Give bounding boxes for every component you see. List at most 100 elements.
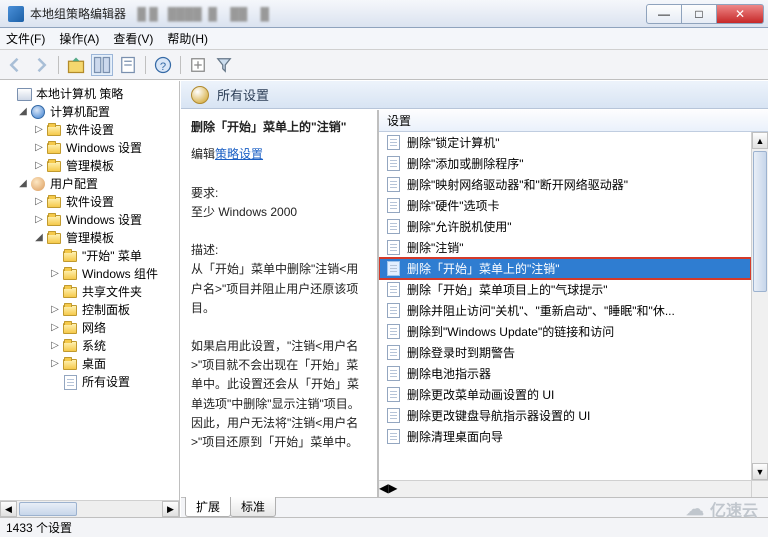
policy-icon — [385, 366, 401, 382]
tree-item[interactable]: "开始" 菜单 — [0, 247, 179, 265]
tree-item[interactable]: ▷网络 — [0, 319, 179, 337]
list-item-label: 删除"映射网络驱动器"和"断开网络驱动器" — [407, 176, 628, 193]
policy-icon — [385, 387, 401, 403]
scroll-right-icon[interactable]: ▶ — [162, 501, 179, 517]
expand-icon[interactable]: ▷ — [32, 121, 46, 139]
expand-icon[interactable]: ▷ — [32, 139, 46, 157]
scroll-up-icon[interactable]: ▲ — [752, 132, 768, 149]
right-panel: 所有设置 删除「开始」菜单上的"注销" 编辑策略设置 要求: 至少 Window… — [180, 81, 768, 517]
list-item-label: 删除「开始」菜单项目上的"气球提示" — [407, 281, 608, 298]
policy-icon — [385, 345, 401, 361]
tab-extended[interactable]: 扩展 — [185, 497, 231, 517]
menu-help[interactable]: 帮助(H) — [167, 30, 208, 47]
expand-icon[interactable]: ▷ — [48, 265, 62, 283]
up-button[interactable] — [65, 54, 87, 76]
list-item-label: 删除"硬件"选项卡 — [407, 197, 500, 214]
toolbar: ? — [0, 50, 768, 80]
tree-item[interactable]: ▷软件设置 — [0, 121, 179, 139]
tree-item[interactable]: ▷控制面板 — [0, 301, 179, 319]
list-item[interactable]: 删除"锁定计算机" — [379, 132, 751, 153]
list-item-label: 删除到"Windows Update"的链接和访问 — [407, 323, 614, 340]
settings-icon — [191, 86, 209, 104]
expand-icon[interactable]: ▷ — [32, 193, 46, 211]
export-button[interactable] — [187, 54, 209, 76]
list-item[interactable]: 删除更改键盘导航指示器设置的 UI — [379, 405, 751, 426]
tab-standard[interactable]: 标准 — [230, 497, 276, 517]
list-item[interactable]: 删除更改菜单动画设置的 UI — [379, 384, 751, 405]
menu-view[interactable]: 查看(V) — [113, 30, 153, 47]
app-icon — [8, 6, 24, 22]
view-detail-button[interactable] — [91, 54, 113, 76]
list-vscrollbar[interactable]: ▲ ▼ — [751, 132, 768, 480]
help-button[interactable]: ? — [152, 54, 174, 76]
tree-item[interactable]: ▷系统 — [0, 337, 179, 355]
collapse-icon[interactable]: ◢ — [16, 175, 30, 193]
list-item[interactable]: 删除并阻止访问"关机"、"重新启动"、"睡眠"和"休... — [379, 300, 751, 321]
tree-item[interactable]: ▷Windows 设置 — [0, 139, 179, 157]
settings-list[interactable]: 删除"锁定计算机" 删除"添加或删除程序" 删除"映射网络驱动器"和"断开网络驱动器… — [379, 132, 751, 480]
tree-item[interactable]: 共享文件夹 — [0, 283, 179, 301]
menu-file[interactable]: 文件(F) — [6, 30, 45, 47]
list-item[interactable]: 删除"映射网络驱动器"和"断开网络驱动器" — [379, 174, 751, 195]
scroll-thumb[interactable] — [19, 502, 77, 516]
watermark-text: 亿速云 — [710, 497, 758, 521]
tree-item[interactable]: ▷软件设置 — [0, 193, 179, 211]
policy-icon — [385, 240, 401, 256]
expand-icon[interactable]: ▷ — [48, 301, 62, 319]
watermark: ☁ 亿速云 — [686, 497, 758, 521]
list-item[interactable]: 删除到"Windows Update"的链接和访问 — [379, 321, 751, 342]
tree-hscrollbar[interactable]: ◀ ▶ — [0, 500, 179, 517]
collapse-icon[interactable]: ◢ — [32, 229, 46, 247]
menu-action[interactable]: 操作(A) — [59, 30, 99, 47]
tree-item[interactable]: ▷Windows 组件 — [0, 265, 179, 283]
filter-button[interactable] — [213, 54, 235, 76]
forward-button[interactable] — [30, 54, 52, 76]
list-item[interactable]: 删除"硬件"选项卡 — [379, 195, 751, 216]
edit-row: 编辑策略设置 — [191, 145, 367, 164]
tree-item[interactable]: ▷Windows 设置 — [0, 211, 179, 229]
tree-root[interactable]: 本地计算机 策略 — [0, 85, 179, 103]
tree-item[interactable]: ◢管理模板 — [0, 229, 179, 247]
list-item[interactable]: 删除"允许脱机使用" — [379, 216, 751, 237]
scroll-left-icon[interactable]: ◀ — [0, 501, 17, 517]
list-item[interactable]: 删除「开始」菜单项目上的"气球提示" — [379, 279, 751, 300]
collapse-icon[interactable]: ◢ — [16, 103, 30, 121]
expand-icon[interactable]: ▷ — [48, 319, 62, 337]
list-item-label: 删除"注销" — [407, 239, 464, 256]
close-button[interactable]: ✕ — [716, 4, 764, 24]
list-item[interactable]: 删除清理桌面向导 — [379, 426, 751, 447]
properties-button[interactable] — [117, 54, 139, 76]
list-item[interactable]: 删除「开始」菜单上的"注销" — [379, 258, 751, 279]
maximize-button[interactable]: □ — [681, 4, 717, 24]
expand-icon[interactable]: ▷ — [32, 157, 46, 175]
list-column-header[interactable]: 设置 — [379, 110, 768, 132]
scroll-down-icon[interactable]: ▼ — [752, 463, 768, 480]
list-item[interactable]: 删除"注销" — [379, 237, 751, 258]
minimize-button[interactable]: — — [646, 4, 682, 24]
tree-item[interactable]: ▷桌面 — [0, 355, 179, 373]
expand-icon[interactable]: ▷ — [32, 211, 46, 229]
tree-view[interactable]: 本地计算机 策略 ◢计算机配置 ▷软件设置 ▷Windows 设置 ▷管理模板 … — [0, 85, 179, 500]
list-item-label: 删除"锁定计算机" — [407, 134, 500, 151]
back-button[interactable] — [4, 54, 26, 76]
scroll-left-icon[interactable]: ◀ — [379, 481, 388, 497]
expand-icon[interactable]: ▷ — [48, 337, 62, 355]
menubar: 文件(F) 操作(A) 查看(V) 帮助(H) — [0, 28, 768, 50]
edit-policy-link[interactable]: 策略设置 — [215, 147, 263, 161]
list-item[interactable]: 删除"添加或删除程序" — [379, 153, 751, 174]
tree-user-config[interactable]: ◢用户配置 — [0, 175, 179, 193]
policy-icon — [385, 408, 401, 424]
tree-all-settings[interactable]: 所有设置 — [0, 373, 179, 391]
tree-item[interactable]: ▷管理模板 — [0, 157, 179, 175]
window-buttons: — □ ✕ — [647, 4, 764, 24]
list-hscrollbar[interactable]: ◀ ▶ — [379, 480, 751, 497]
list-item[interactable]: 删除登录时到期警告 — [379, 342, 751, 363]
expand-icon[interactable]: ▷ — [48, 355, 62, 373]
tree-computer-config[interactable]: ◢计算机配置 — [0, 103, 179, 121]
policy-icon — [385, 198, 401, 214]
scroll-thumb[interactable] — [753, 151, 767, 292]
list-item[interactable]: 删除电池指示器 — [379, 363, 751, 384]
statusbar: 1433 个设置 — [0, 517, 768, 537]
policy-icon — [385, 177, 401, 193]
scroll-right-icon[interactable]: ▶ — [388, 481, 397, 497]
